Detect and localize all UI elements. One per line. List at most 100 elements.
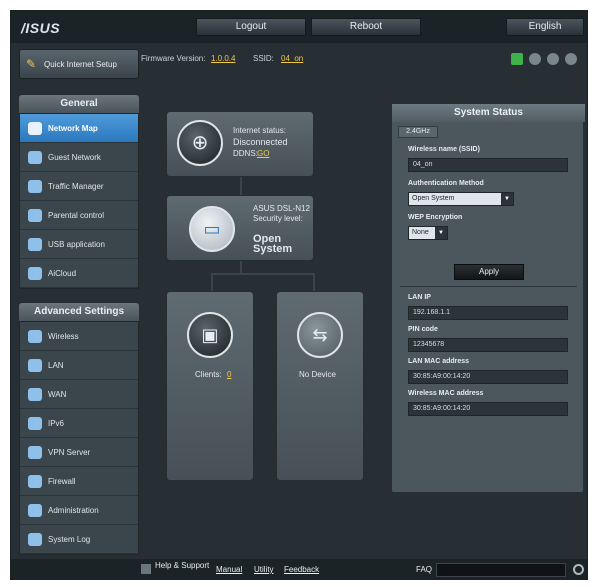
internet-node[interactable]: ⊕ Internet status: Disconnected DDNS: GO	[166, 111, 314, 177]
wand-icon: ✎	[26, 57, 37, 71]
chevron-down-icon: ▼	[435, 227, 447, 239]
sidebar-item-vpn[interactable]: VPN Server	[20, 438, 138, 467]
ssid-input[interactable]: 04_on	[408, 158, 568, 172]
wifi-status-icon[interactable]	[511, 53, 523, 65]
connector-line	[211, 273, 213, 291]
monitor-icon: ▣	[187, 312, 233, 358]
ddns-link[interactable]: GO	[257, 149, 269, 159]
administration-icon	[28, 504, 42, 517]
sidebar-item-label: Guest Network	[48, 153, 101, 162]
pin-code-label: PIN code	[408, 326, 438, 333]
sidebar-item-label: VPN Server	[48, 448, 91, 457]
sidebar-item-label: Firewall	[48, 477, 76, 486]
router-model: ASUS DSL-N12	[253, 204, 310, 213]
ssid-label: SSID:	[253, 54, 274, 63]
system-log-icon	[28, 533, 42, 546]
system-status-title: System Status	[392, 104, 585, 122]
lan-mac-value: 30:85:A9:00:14:20	[408, 370, 568, 384]
sidebar-item-label: WAN	[48, 390, 67, 399]
faq-search-input[interactable]	[436, 563, 566, 577]
usb-status-icon[interactable]	[529, 53, 541, 65]
clients-node[interactable]: ▣ Clients: 0	[166, 291, 254, 481]
logout-button[interactable]: Logout	[196, 18, 306, 36]
sidebar-item-label: Wireless	[48, 332, 79, 341]
guest-network-icon	[28, 151, 42, 164]
firmware-label: Firmware Version:	[141, 54, 206, 63]
sidebar-item-label: AiCloud	[48, 269, 77, 278]
sidebar-item-wireless[interactable]: Wireless	[20, 322, 138, 351]
traffic-manager-icon	[28, 180, 42, 193]
wep-value: None	[412, 229, 429, 236]
connector-line	[313, 273, 315, 291]
clients-label: Clients:	[195, 370, 222, 379]
system-status-panel: System Status 2.4GHz Wireless name (SSID…	[391, 103, 585, 493]
security-level-value: Open System	[253, 233, 293, 255]
internet-status-icon[interactable]	[565, 53, 577, 65]
sidebar-item-parental-control[interactable]: Parental control	[20, 201, 138, 230]
sidebar-item-network-map[interactable]: Network Map	[20, 114, 138, 143]
quick-setup-button[interactable]: ✎ Quick Internet Setup	[19, 49, 139, 79]
manual-link[interactable]: Manual	[216, 565, 242, 574]
help-icon	[141, 564, 151, 574]
sidebar-item-guest-network[interactable]: Guest Network	[20, 143, 138, 172]
sidebar-item-lan[interactable]: LAN	[20, 351, 138, 380]
general-header: General	[19, 95, 139, 113]
wireless-mac-value: 30:85:A9:00:14:20	[408, 402, 568, 416]
aicloud-icon	[28, 267, 42, 280]
sidebar-item-administration[interactable]: Administration	[20, 496, 138, 525]
auth-method-select[interactable]: Open System ▼	[408, 192, 514, 206]
vpn-icon	[28, 446, 42, 459]
sidebar-item-system-log[interactable]: System Log	[20, 525, 138, 554]
usb-node[interactable]: ⇆ No Device	[276, 291, 364, 481]
wep-select[interactable]: None ▼	[408, 226, 448, 240]
lan-mac-label: LAN MAC address	[408, 358, 470, 365]
asus-logo: /ISUS	[21, 20, 61, 36]
tab-2ghz[interactable]: 2.4GHz	[398, 126, 438, 138]
sidebar-item-label: USB application	[48, 240, 105, 249]
parental-control-icon	[28, 209, 42, 222]
sidebar-item-ipv6[interactable]: IPv6	[20, 409, 138, 438]
general-menu: Network Map Guest Network Traffic Manage…	[19, 113, 139, 289]
firmware-link[interactable]: 1.0.0.4	[211, 54, 235, 63]
wep-label: WEP Encryption	[408, 214, 463, 221]
router-icon: ▭	[189, 206, 235, 252]
network-map: ⊕ Internet status: Disconnected DDNS: GO…	[141, 83, 386, 483]
wan-icon	[28, 388, 42, 401]
apply-button[interactable]: Apply	[454, 264, 524, 280]
search-icon[interactable]	[573, 564, 584, 575]
wireless-mac-label: Wireless MAC address	[408, 390, 484, 397]
clients-count[interactable]: 0	[227, 370, 231, 380]
sidebar-item-firewall[interactable]: Firewall	[20, 467, 138, 496]
firewall-icon	[28, 475, 42, 488]
lan-ip-label: LAN IP	[408, 294, 431, 301]
reboot-button[interactable]: Reboot	[311, 18, 421, 36]
faq-label: FAQ	[416, 565, 433, 574]
wireless-icon	[28, 330, 42, 343]
quick-setup-label: Quick Internet Setup	[44, 60, 117, 69]
advanced-menu: Wireless LAN WAN IPv6 VPN Server Firewal…	[19, 321, 139, 555]
sidebar-item-label: System Log	[48, 535, 91, 544]
sidebar-item-usb-application[interactable]: USB application	[20, 230, 138, 259]
chevron-down-icon: ▼	[501, 193, 513, 205]
utility-link[interactable]: Utility	[254, 565, 274, 574]
settings-status-icon[interactable]	[547, 53, 559, 65]
router-node[interactable]: ▭ ASUS DSL-N12 Security level: Open Syst…	[166, 195, 314, 261]
sidebar-item-aicloud[interactable]: AiCloud	[20, 259, 138, 288]
language-select[interactable]: English	[506, 18, 584, 36]
sidebar-item-wan[interactable]: WAN	[20, 380, 138, 409]
ssid-link[interactable]: 04_on	[281, 54, 303, 63]
lan-icon	[28, 359, 42, 372]
usb-icon: ⇆	[297, 312, 343, 358]
connector-line	[211, 273, 315, 275]
feedback-link[interactable]: Feedback	[284, 565, 319, 574]
pin-code-value: 12345678	[408, 338, 568, 352]
sidebar-item-traffic-manager[interactable]: Traffic Manager	[20, 172, 138, 201]
sidebar-item-label: Parental control	[48, 211, 105, 220]
internet-status-label: Internet status:	[233, 126, 286, 135]
ipv6-icon	[28, 417, 42, 430]
router-admin-window: /ISUS Logout Reboot English Firmware Ver…	[10, 10, 588, 580]
sidebar-item-label: Administration	[48, 506, 99, 515]
lan-ip-value: 192.168.1.1	[408, 306, 568, 320]
auth-method-value: Open System	[412, 195, 455, 202]
internet-status-value: Disconnected	[233, 137, 288, 147]
